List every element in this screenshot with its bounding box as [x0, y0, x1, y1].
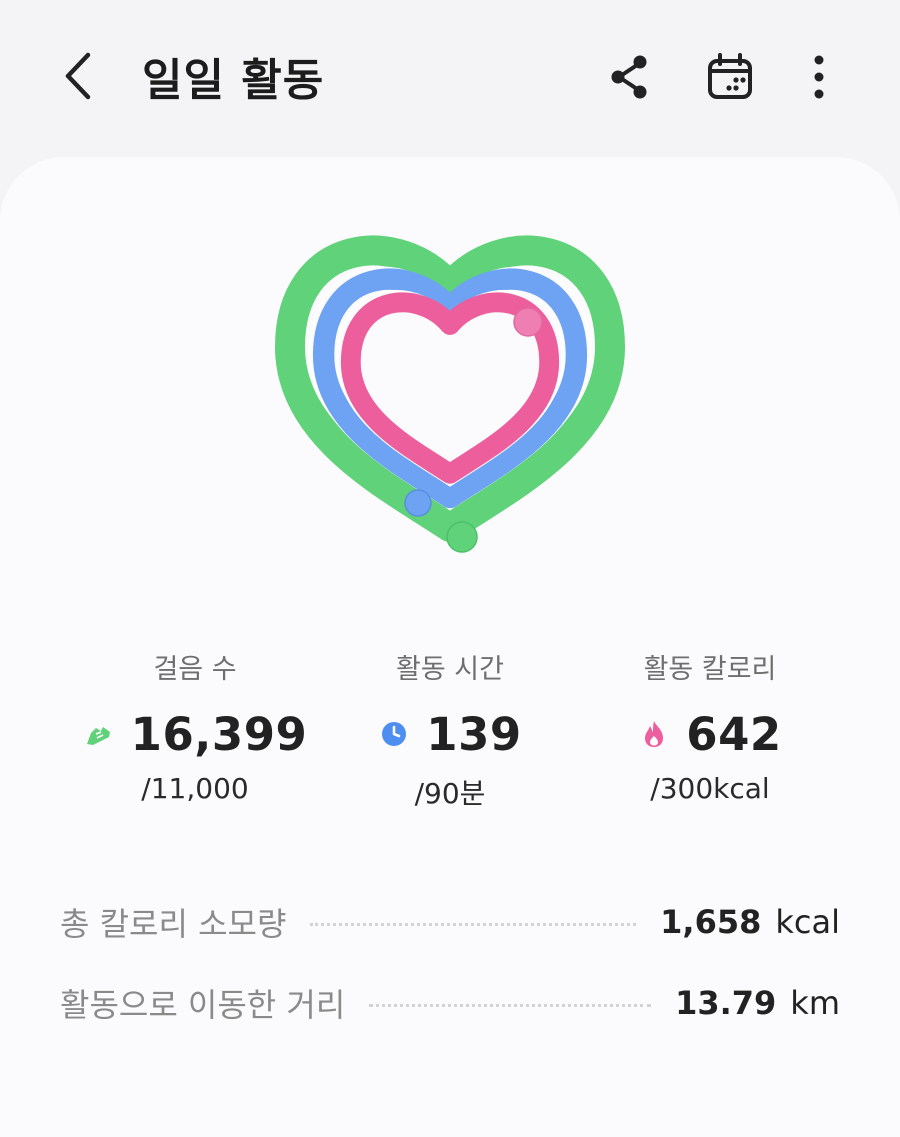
activity-distance-value: 13.79: [675, 984, 777, 1022]
app-header: 일일 활동: [0, 0, 900, 150]
daily-activity-card: 걸음 수 16,399 /11,000 활동 시간 139 /90분 활동 칼로…: [0, 157, 900, 1137]
total-calories-row[interactable]: 총 칼로리 소모량 1,658 kcal: [60, 897, 840, 947]
steps-value: 16,399: [130, 707, 308, 761]
active-calories-goal: /300kcal: [650, 772, 770, 805]
activity-distance-label: 활동으로 이동한 거리: [60, 986, 346, 1024]
more-vertical-icon: [814, 55, 824, 99]
active-calories-value: 642: [686, 707, 782, 761]
calendar-icon: [708, 53, 752, 99]
active-time-stat[interactable]: 활동 시간 139 /90분: [345, 647, 555, 812]
active-calories-stat[interactable]: 활동 칼로리 642 /300kcal: [600, 647, 820, 805]
total-calories-label: 총 칼로리 소모량: [60, 905, 287, 943]
share-button[interactable]: [605, 50, 655, 104]
active-time-label: 활동 시간: [396, 654, 504, 685]
stats-section: 걸음 수 16,399 /11,000 활동 시간 139 /90분 활동 칼로…: [0, 647, 900, 817]
shoe-icon: [86, 727, 110, 745]
flame-icon: [645, 721, 664, 747]
active-time-value: 139: [426, 707, 522, 761]
dotted-leader: [369, 1003, 652, 1007]
share-icon: [611, 55, 647, 99]
back-arrow-icon: [65, 52, 91, 100]
calendar-button[interactable]: [705, 50, 755, 104]
active-calories-label: 활동 칼로리: [643, 654, 777, 685]
steps-goal: /11,000: [141, 772, 249, 805]
total-calories-value: 1,658: [660, 903, 762, 941]
active-time-goal: /90분: [414, 777, 486, 810]
activity-distance-unit: km: [790, 984, 840, 1022]
steps-stat[interactable]: 걸음 수 16,399 /11,000: [80, 647, 310, 805]
activity-distance-row[interactable]: 활동으로 이동한 거리 13.79 km: [60, 978, 840, 1028]
activity-rings[interactable]: [0, 157, 900, 577]
total-calories-unit: kcal: [775, 903, 840, 941]
dotted-leader: [310, 922, 637, 926]
clock-icon: [382, 722, 407, 746]
back-button[interactable]: [55, 45, 105, 107]
page-title: 일일 활동: [142, 55, 325, 106]
steps-label: 걸음 수: [153, 654, 237, 685]
more-options-button[interactable]: [795, 50, 845, 104]
